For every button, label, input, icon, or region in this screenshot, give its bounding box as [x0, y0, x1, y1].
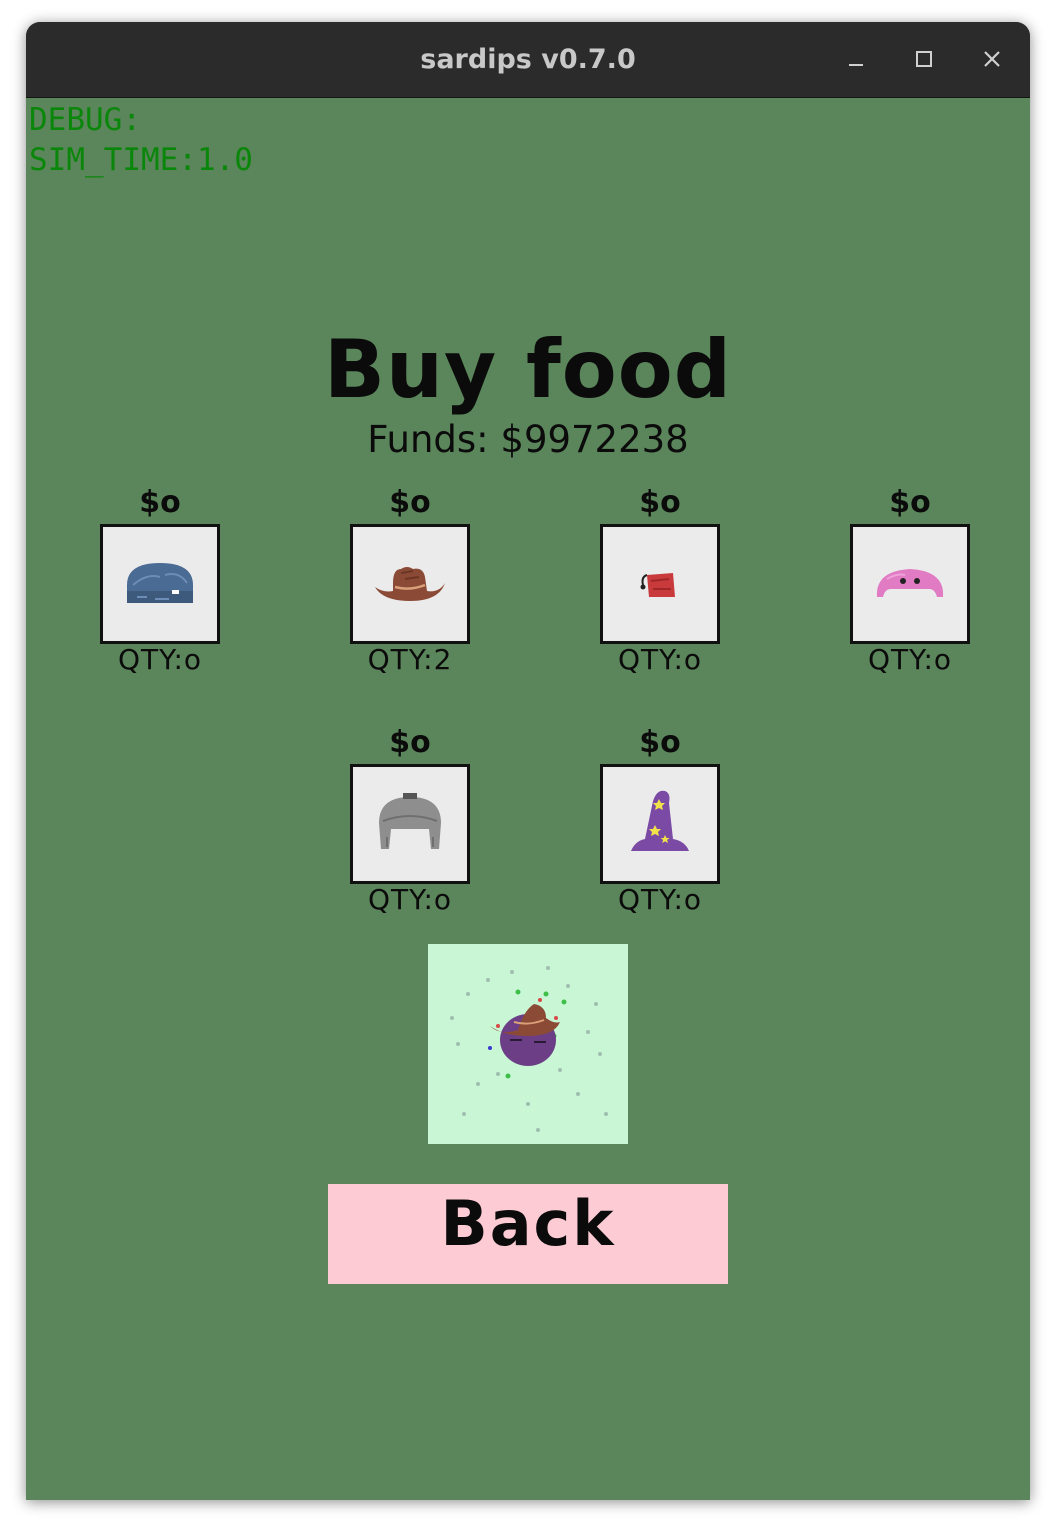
sim-time-label: SIM_TIME:1.0 [29, 142, 253, 178]
red-fez-icon [640, 573, 675, 597]
shop-item-wizard-hat[interactable]: $o QTY:o [550, 724, 770, 924]
item-qty: QTY:o [617, 883, 703, 916]
page-title: Buy food [324, 323, 732, 416]
pink-cap-icon [876, 569, 944, 597]
pet-preview-icon [450, 966, 608, 1132]
item-price: $o [139, 485, 181, 520]
shop-item-cowboy-hat[interactable]: $o QTY:2 [300, 484, 520, 684]
item-slot[interactable] [350, 764, 470, 884]
debug-label: DEBUG: [29, 102, 141, 138]
item-qty: QTY:o [367, 883, 453, 916]
item-price: $o [639, 725, 681, 760]
minimize-icon[interactable] [836, 39, 876, 79]
item-qty: QTY:2 [367, 643, 453, 676]
title-bar[interactable]: sardips v0.7.0 [26, 22, 1030, 98]
wizard-hat-icon [631, 790, 689, 851]
item-price: $o [639, 485, 681, 520]
item-qty: QTY:o [867, 643, 953, 676]
back-button[interactable]: Back [328, 1184, 728, 1284]
item-price: $o [389, 485, 431, 520]
close-icon[interactable] [972, 39, 1012, 79]
item-slot[interactable] [600, 524, 720, 644]
item-qty: QTY:o [617, 643, 703, 676]
back-button-label: Back [440, 1187, 616, 1260]
pet-preview [428, 944, 628, 1144]
item-slot[interactable] [600, 764, 720, 884]
shop-item-trapper-hat[interactable]: $o QTY:o [300, 724, 520, 924]
item-qty: QTY:o [117, 643, 203, 676]
shop-item-blue-beanie[interactable]: $o QTY:o [50, 484, 270, 684]
item-slot[interactable] [350, 524, 470, 644]
item-price: $o [389, 725, 431, 760]
blue-beanie-icon [127, 563, 193, 603]
shop-item-pink-cap[interactable]: $o QTY:o [800, 484, 1020, 684]
item-slot[interactable] [850, 524, 970, 644]
maximize-icon[interactable] [904, 39, 944, 79]
app-window: sardips v0.7.0 DEBUG: SIM_TIME:1.0 Buy f… [26, 22, 1030, 1500]
cowboy-hat-icon [375, 567, 445, 601]
game-canvas: DEBUG: SIM_TIME:1.0 Buy food Funds: $997… [26, 98, 1030, 1500]
trapper-hat-icon [379, 793, 441, 849]
shop-item-red-fez[interactable]: $o QTY:o [550, 484, 770, 684]
window-title: sardips v0.7.0 [420, 44, 636, 75]
item-price: $o [889, 485, 931, 520]
item-slot[interactable] [100, 524, 220, 644]
funds-label: Funds: $9972238 [367, 418, 689, 461]
